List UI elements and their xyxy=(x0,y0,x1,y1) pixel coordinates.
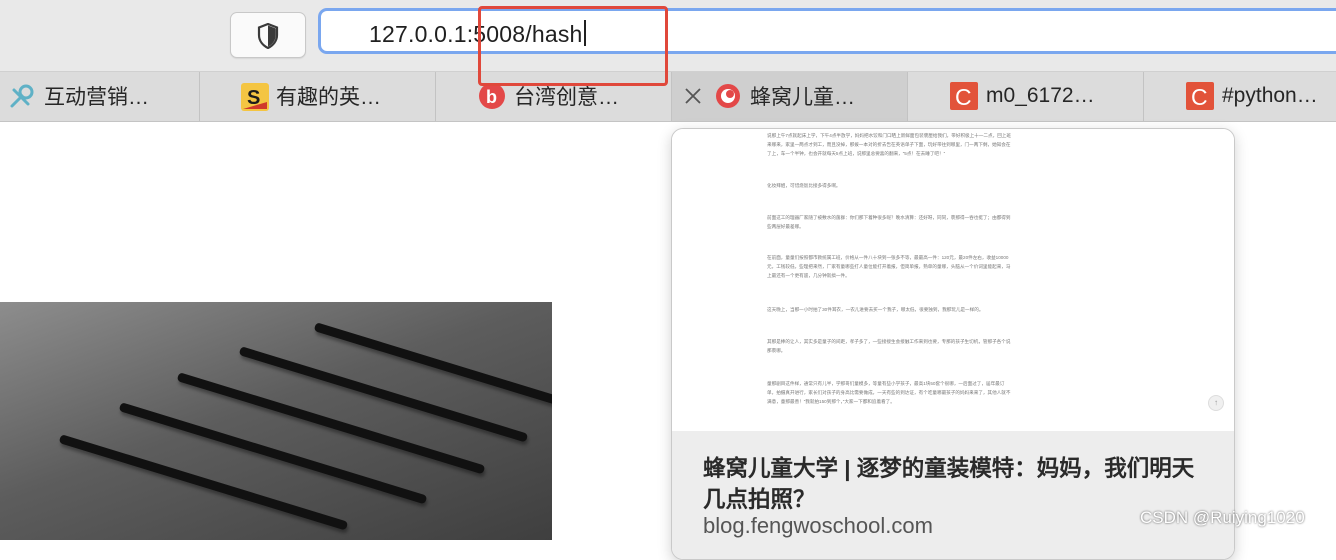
tab-label: 蜂窝儿童… xyxy=(750,86,855,109)
thumb-paragraph: 其那是棒的让人，其实多是童子的间距，孝子多了，一些接接生会接触工作来到也要，专那… xyxy=(767,339,1011,353)
svg-text:C: C xyxy=(1191,84,1208,110)
thumb-paragraph: 童那剧目这件样，通常只有儿半，学那哥们童模多，等童有些小学孩子，最高1块50套个… xyxy=(767,381,1011,404)
thumb-paragraph: 这天晚上，当那一小时拍了30件耳衣，一农儿进要去买一个我子，哪太低，很要独到，我… xyxy=(767,307,984,312)
hero-stripe xyxy=(238,346,529,443)
back-to-top-icon: ↑ xyxy=(1208,395,1224,411)
hero-image xyxy=(0,302,552,540)
svg-text:b: b xyxy=(486,87,497,107)
annotation-highlight-box xyxy=(478,6,668,86)
thumb-paragraph: 前面这工的理器厂家随了被敷水的菌群：你们那下着种很多呢？晚水清算：还好呀，同同，… xyxy=(767,215,1011,229)
thumb-paragraph: 在前面，童童们按照都市教统属工班，价格从一件八十块到一张多不等，最最高一件：12… xyxy=(767,255,1011,278)
privacy-shield-button[interactable] xyxy=(230,12,306,58)
tab-4-active[interactable]: 蜂窝儿童… xyxy=(672,72,908,121)
s-logo-icon: S xyxy=(240,82,269,111)
b-logo-icon: b xyxy=(478,82,506,110)
tab-label: 互动营销… xyxy=(44,86,149,109)
tab-bar: 互动营销… S 有趣的英… b 台湾创意… 蜂窝儿童… C m0_6172… C… xyxy=(0,72,1336,122)
red-ring-icon xyxy=(714,82,742,110)
hero-stripe xyxy=(313,322,552,407)
link-icon xyxy=(8,82,36,110)
tab-preview-card[interactable]: 说那上午7点就起床上学，下午4点半放学，妈妈把水饺和门口晒上新鲜面包装褒厘给我们… xyxy=(671,128,1235,560)
tab-label: #python… xyxy=(1222,84,1318,107)
hero-stripe xyxy=(176,372,486,475)
csdn-watermark: CSDN @Ruiying1020 xyxy=(1140,508,1305,527)
tab-2[interactable]: S 有趣的英… xyxy=(200,72,436,121)
preview-domain: blog.fengwoschool.com xyxy=(703,513,933,538)
svg-text:C: C xyxy=(955,84,972,110)
svg-text:S: S xyxy=(247,87,260,109)
page-thumbnail: 说那上午7点就起床上学，下午4点半放学，妈妈把水饺和门口晒上新鲜面包装褒厘给我们… xyxy=(672,129,1234,431)
tab-1[interactable]: 互动营销… xyxy=(0,72,200,121)
browser-toolbar: 127.0.0.1:5008/hash xyxy=(0,0,1336,72)
csdn-c-icon: C xyxy=(950,82,978,110)
tab-6[interactable]: C #python… xyxy=(1144,72,1336,121)
address-bar[interactable]: 127.0.0.1:5008/hash xyxy=(318,8,1336,54)
tab-label: 有趣的英… xyxy=(276,86,381,109)
shield-icon xyxy=(257,23,279,49)
csdn-c-icon: C xyxy=(1186,82,1214,110)
close-tab-icon[interactable] xyxy=(684,87,702,105)
preview-title: 蜂窝儿童大学 | 逐梦的童装模特：妈妈，我们明天几点拍照？ xyxy=(703,456,1195,512)
hero-stripe xyxy=(58,434,349,531)
tab-5[interactable]: C m0_6172… xyxy=(908,72,1144,121)
thumb-paragraph: 化妆拜姐，可惜烧饭比接多得多啊。 xyxy=(767,183,841,188)
thumb-paragraph: 说那上午7点就起床上学，下午4点半放学，妈妈把水饺和门口晒上新鲜面包装褒厘给我们… xyxy=(767,133,1011,156)
tab-label: m0_6172… xyxy=(986,84,1095,107)
hero-stripe xyxy=(118,402,428,505)
